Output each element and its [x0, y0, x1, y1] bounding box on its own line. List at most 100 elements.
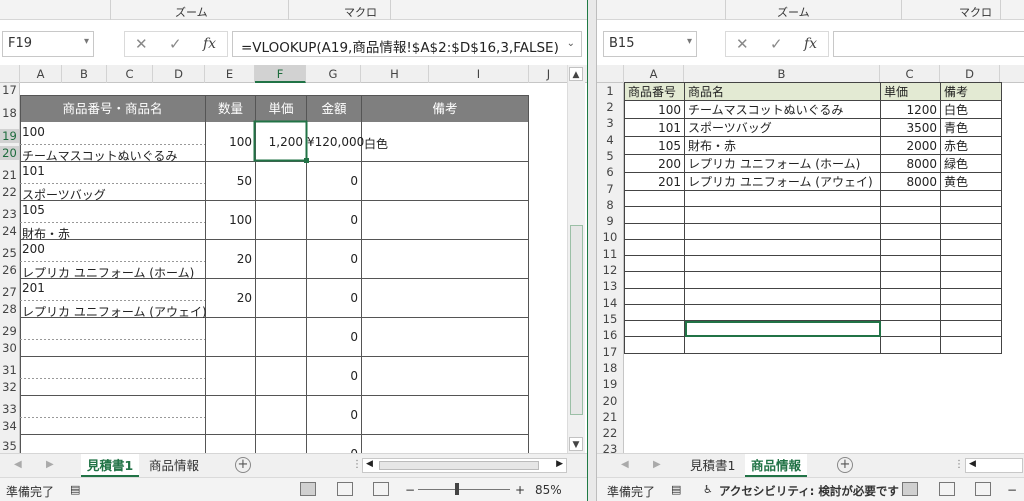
item-no[interactable]: 101	[22, 164, 45, 178]
cell[interactable]	[624, 190, 685, 208]
item-qty[interactable]: 100	[206, 135, 252, 149]
scroll-left-icon[interactable]: ◀	[366, 459, 373, 469]
scroll-up-icon[interactable]: ▲	[569, 67, 583, 81]
select-all-corner[interactable]	[597, 65, 624, 83]
prev-sheet-icon[interactable]: ◀	[621, 459, 629, 470]
normal-view-icon[interactable]	[300, 482, 316, 496]
item-amount[interactable]: 0	[307, 213, 358, 227]
item-name[interactable]: チームマスコットぬいぐるみ	[22, 147, 177, 164]
scroll-right-icon[interactable]: ▶	[556, 459, 563, 469]
name-box-dropdown-icon[interactable]: ▾	[687, 36, 692, 47]
item-note[interactable]: 白色	[364, 135, 388, 152]
cell[interactable]	[684, 239, 881, 257]
cell[interactable]: 赤色	[940, 136, 1002, 155]
cell[interactable]	[940, 336, 1002, 354]
item-amount[interactable]: 0	[307, 408, 358, 422]
cell[interactable]	[624, 288, 685, 305]
horizontal-scrollbar[interactable]: ◀ ▶	[362, 458, 567, 473]
item-price[interactable]: 1,200	[256, 135, 303, 149]
col-header-d[interactable]: D	[940, 65, 1000, 83]
th-unit-price[interactable]: 単価	[880, 82, 941, 101]
cell[interactable]	[880, 320, 941, 338]
cell[interactable]	[624, 336, 685, 354]
cell[interactable]	[940, 304, 1002, 322]
cell[interactable]	[624, 239, 685, 257]
cell[interactable]	[624, 271, 685, 289]
item-name[interactable]: 財布・赤	[22, 225, 70, 242]
cell[interactable]: 緑色	[940, 154, 1002, 173]
cell[interactable]: 8000	[880, 154, 941, 173]
page-layout-view-icon[interactable]	[939, 482, 955, 496]
item-amount[interactable]: 0	[307, 174, 358, 188]
ribbon-macro-group[interactable]: マクロ	[959, 4, 992, 20]
zoom-out-icon[interactable]: −	[1007, 483, 1017, 497]
cell[interactable]	[624, 304, 685, 322]
cell[interactable]: 101	[624, 118, 685, 137]
row-header[interactable]: 16	[597, 328, 623, 342]
row-header[interactable]: 17	[597, 345, 623, 359]
cell[interactable]	[684, 206, 881, 224]
cell[interactable]: 100	[624, 100, 685, 119]
item-qty[interactable]: 100	[206, 213, 252, 227]
cell[interactable]: 8000	[880, 172, 941, 191]
cell[interactable]	[624, 320, 685, 338]
accessibility-icon[interactable]: ♿	[703, 483, 713, 496]
cell[interactable]	[624, 223, 685, 240]
cell[interactable]	[880, 255, 941, 273]
add-sheet-icon[interactable]: +	[235, 457, 251, 473]
cell[interactable]	[940, 320, 1002, 338]
cell[interactable]	[624, 206, 685, 224]
row-header[interactable]: 22	[597, 426, 623, 440]
col-header-b[interactable]: B	[684, 65, 880, 83]
name-box[interactable]: B15 ▾	[603, 31, 697, 57]
cell[interactable]	[940, 271, 1002, 289]
cell[interactable]: 200	[624, 154, 685, 173]
cell[interactable]	[940, 239, 1002, 257]
zoom-slider-thumb[interactable]	[455, 483, 459, 495]
item-name[interactable]: レプリカ ユニフォーム (ホーム)	[22, 264, 194, 281]
cell[interactable]	[880, 190, 941, 208]
ribbon-zoom-group[interactable]: ズーム	[777, 4, 810, 20]
cell[interactable]	[684, 288, 881, 305]
cell[interactable]	[684, 304, 881, 322]
cell[interactable]	[940, 223, 1002, 240]
cell[interactable]: 2000	[880, 136, 941, 155]
scroll-thumb[interactable]	[570, 225, 583, 415]
th-product-no[interactable]: 商品番号	[624, 82, 685, 101]
zoom-out-icon[interactable]: −	[405, 483, 415, 497]
cell[interactable]: 105	[624, 136, 685, 155]
row-header[interactable]: 8	[597, 198, 623, 212]
item-name[interactable]: レプリカ ユニフォーム (アウェイ)	[22, 303, 207, 320]
cell[interactable]	[880, 223, 941, 240]
item-amount[interactable]: 0	[307, 252, 358, 266]
th-notes[interactable]: 備考	[940, 82, 1002, 101]
cell[interactable]: 黄色	[940, 172, 1002, 191]
row-header[interactable]: 15	[597, 312, 623, 326]
cell[interactable]: 1200	[880, 100, 941, 119]
cancel-icon[interactable]: ✕	[736, 35, 749, 53]
zoom-slider[interactable]	[418, 489, 510, 490]
item-no[interactable]: 105	[22, 203, 45, 217]
page-break-view-icon[interactable]	[373, 482, 389, 496]
item-no[interactable]: 100	[22, 125, 45, 139]
item-qty[interactable]: 20	[206, 291, 252, 305]
cell[interactable]	[940, 206, 1002, 224]
page-layout-view-icon[interactable]	[337, 482, 353, 496]
prev-sheet-icon[interactable]: ◀	[14, 459, 22, 470]
cell[interactable]	[880, 271, 941, 289]
tab-quotation[interactable]: 見積書1	[684, 454, 741, 477]
cell[interactable]	[880, 239, 941, 257]
row-header[interactable]: 11	[597, 247, 623, 261]
cell[interactable]: レプリカ ユニフォーム (ホーム)	[684, 154, 881, 173]
row-header[interactable]: 4	[597, 133, 623, 147]
cell[interactable]: 3500	[880, 118, 941, 137]
formula-input[interactable]	[833, 31, 1024, 57]
cell[interactable]: 財布・赤	[684, 136, 881, 155]
cell[interactable]	[940, 190, 1002, 208]
horizontal-scrollbar[interactable]: ◀	[965, 458, 1023, 473]
normal-view-icon[interactable]	[902, 482, 918, 496]
item-amount[interactable]: 0	[307, 330, 358, 344]
cell[interactable]	[684, 190, 881, 208]
cell[interactable]	[940, 288, 1002, 305]
row-header[interactable]: 2	[597, 100, 623, 114]
